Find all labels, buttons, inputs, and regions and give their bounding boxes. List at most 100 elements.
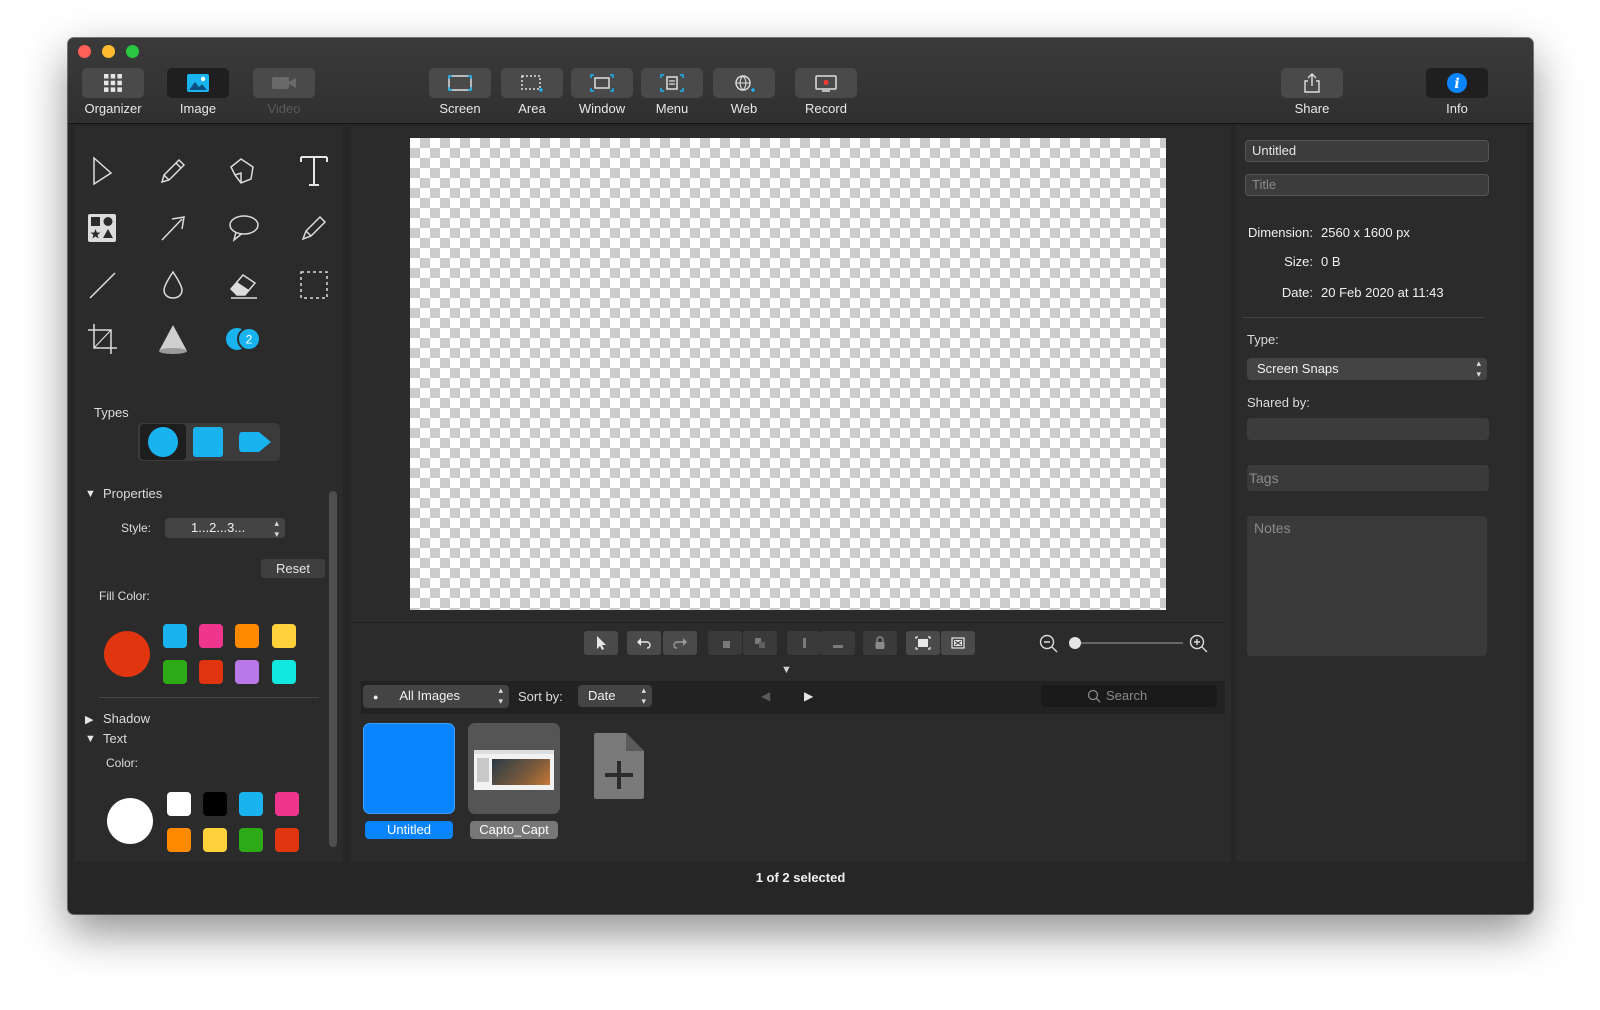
- collapse-browser-icon[interactable]: ▼: [781, 664, 792, 676]
- redo-button[interactable]: [663, 631, 697, 655]
- zoom-slider[interactable]: [1071, 642, 1183, 644]
- fit-image-button[interactable]: [941, 631, 975, 655]
- disclosure-closed-icon[interactable]: ▶: [85, 713, 93, 726]
- text-tool-icon[interactable]: [292, 149, 336, 193]
- pointer-icon[interactable]: [80, 149, 124, 193]
- align-vertical-button[interactable]: [787, 631, 821, 655]
- text-swatch-cyan[interactable]: [239, 792, 263, 816]
- type-circle-option[interactable]: [140, 424, 186, 460]
- tab-organizer[interactable]: Organizer: [82, 68, 144, 118]
- stamp-icon[interactable]: [80, 206, 124, 250]
- undo-button[interactable]: [627, 631, 661, 655]
- library-item-capto-label[interactable]: Capto_Capt: [470, 821, 558, 839]
- area-capture-label: Area: [518, 101, 546, 116]
- notes-field[interactable]: Notes: [1247, 516, 1487, 656]
- sort-select[interactable]: Date ▴ ▾: [578, 685, 652, 707]
- type-square-option[interactable]: [193, 427, 223, 457]
- fill-swatch-turquoise[interactable]: [272, 660, 296, 684]
- text-swatch-white[interactable]: [167, 792, 191, 816]
- tools-scrollbar[interactable]: [329, 491, 337, 847]
- fill-swatch-pink[interactable]: [199, 624, 223, 648]
- tab-video[interactable]: Video: [253, 68, 315, 118]
- arrow-tool-icon[interactable]: [151, 206, 195, 250]
- text-swatch-yellow[interactable]: [203, 828, 227, 852]
- fill-swatch-orange[interactable]: [235, 624, 259, 648]
- tab-image[interactable]: Image: [167, 68, 229, 118]
- select-tool-button[interactable]: [584, 631, 618, 655]
- text-swatch-green[interactable]: [239, 828, 263, 852]
- lock-icon[interactable]: [863, 631, 897, 655]
- sort-label: Sort by:: [518, 689, 563, 704]
- name-field[interactable]: Untitled: [1245, 140, 1489, 162]
- highlighter-icon[interactable]: [222, 149, 266, 193]
- type-tag-option[interactable]: [237, 427, 273, 457]
- text-swatch-orange[interactable]: [167, 828, 191, 852]
- divider: [99, 697, 319, 698]
- send-backward-button[interactable]: [743, 631, 777, 655]
- type-label: Type:: [1247, 332, 1279, 347]
- speech-bubble-icon[interactable]: [222, 206, 266, 250]
- close-button[interactable]: [78, 45, 91, 58]
- dot-icon: ●: [373, 692, 379, 702]
- align-horizontal-button[interactable]: [821, 631, 855, 655]
- search-input[interactable]: Search: [1041, 685, 1217, 707]
- tools-panel: 2 Types ▼ Properties Style: 1...2...3...…: [75, 126, 343, 862]
- pencil-icon[interactable]: [151, 149, 195, 193]
- tags-field[interactable]: Tags: [1247, 465, 1489, 491]
- window-capture-button[interactable]: Window: [571, 68, 633, 118]
- record-button[interactable]: Record: [795, 68, 857, 118]
- style-select[interactable]: 1...2...3... ▴ ▾: [165, 518, 285, 539]
- spotlight-icon[interactable]: [151, 317, 195, 361]
- fill-swatch-green[interactable]: [163, 660, 187, 684]
- image-canvas[interactable]: [410, 138, 1166, 610]
- line-tool-icon[interactable]: [80, 263, 124, 307]
- next-icon[interactable]: ▶: [804, 689, 813, 703]
- zoom-in-icon[interactable]: [1189, 634, 1209, 659]
- text-selected-swatch[interactable]: [107, 798, 153, 844]
- fill-swatch-red[interactable]: [199, 660, 223, 684]
- selection-icon[interactable]: [292, 263, 336, 307]
- web-capture-button[interactable]: Web: [713, 68, 775, 118]
- fill-swatch-cyan[interactable]: [163, 624, 187, 648]
- reset-button[interactable]: Reset: [261, 559, 325, 578]
- tab-video-label: Video: [267, 101, 301, 116]
- zoom-button[interactable]: [126, 45, 139, 58]
- add-file-icon[interactable]: [592, 731, 646, 806]
- fill-swatch-yellow[interactable]: [272, 624, 296, 648]
- fit-canvas-button[interactable]: [906, 631, 940, 655]
- text-swatch-red[interactable]: [275, 828, 299, 852]
- library-item-capto-thumbnail[interactable]: [468, 723, 560, 814]
- shared-by-field[interactable]: [1247, 418, 1489, 440]
- type-select[interactable]: Screen Snaps ▴ ▾: [1247, 358, 1487, 380]
- area-capture-button[interactable]: Area: [501, 68, 563, 118]
- text-swatch-pink[interactable]: [275, 792, 299, 816]
- library-item-untitled-label[interactable]: Untitled: [365, 821, 453, 839]
- screen-capture-button[interactable]: Screen: [429, 68, 491, 118]
- previous-icon[interactable]: ◀: [761, 689, 770, 703]
- library-item-untitled-thumbnail[interactable]: [363, 723, 455, 814]
- screenshot-preview: [474, 750, 554, 790]
- menu-capture-button[interactable]: Menu: [641, 68, 703, 118]
- minimize-button[interactable]: [102, 45, 115, 58]
- zoom-slider-thumb[interactable]: [1069, 637, 1081, 649]
- text-swatch-black[interactable]: [203, 792, 227, 816]
- blur-drop-icon[interactable]: [151, 263, 195, 307]
- canvas-area: ▼ ● All Images ▴ ▾ Sort by: Date ▴ ▾ ◀ ▶ S…: [351, 126, 1231, 862]
- share-button[interactable]: Share: [1281, 68, 1343, 118]
- eraser-icon[interactable]: [222, 263, 266, 307]
- bring-forward-button[interactable]: [708, 631, 742, 655]
- toolbar: Organizer Image Video Screen Area Window…: [68, 38, 1533, 124]
- divider: [1242, 317, 1484, 318]
- fill-swatch-purple[interactable]: [235, 660, 259, 684]
- title-field[interactable]: Title: [1245, 174, 1489, 196]
- disclosure-open-icon[interactable]: ▼: [85, 488, 96, 500]
- fill-selected-swatch[interactable]: [104, 631, 150, 677]
- updown-icon: ▴ ▾: [641, 685, 646, 706]
- numbering-icon[interactable]: 2: [222, 317, 266, 361]
- filter-select[interactable]: ● All Images ▴ ▾: [363, 685, 509, 708]
- zoom-out-icon[interactable]: [1039, 634, 1059, 659]
- marker-icon[interactable]: [292, 206, 336, 250]
- disclosure-open-icon[interactable]: ▼: [85, 733, 96, 745]
- crop-icon[interactable]: [80, 317, 124, 361]
- info-button[interactable]: i Info: [1426, 68, 1488, 118]
